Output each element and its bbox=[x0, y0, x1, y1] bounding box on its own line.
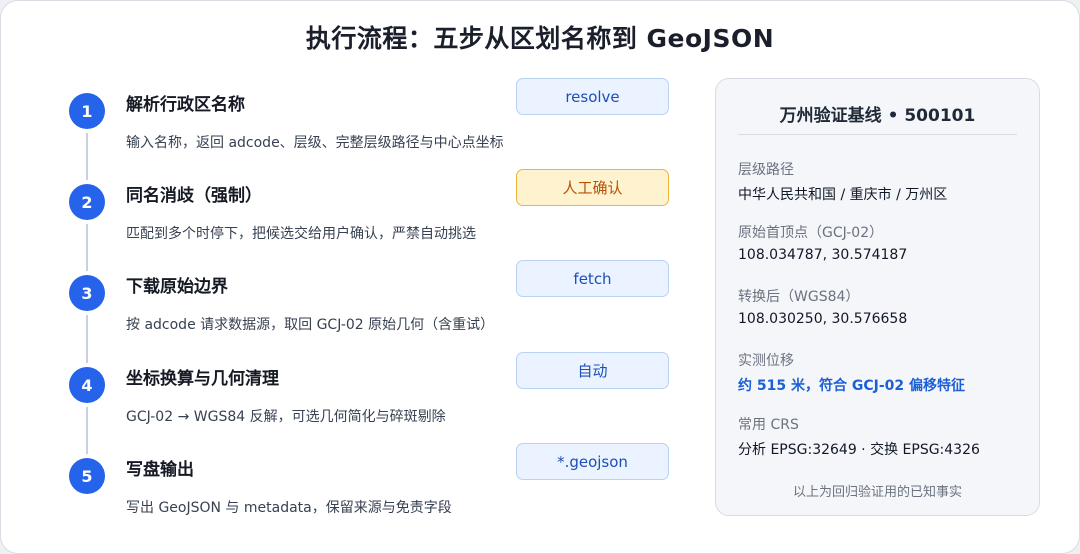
step-1: 1 解析行政区名称 resolve 输入名称，返回 adcode、层级、完整层级… bbox=[69, 78, 679, 165]
step-tag-resolve: resolve bbox=[516, 78, 669, 115]
baseline-panel: 万州验证基线 • 500101 层级路径 中华人民共和国 / 重庆市 / 万州区… bbox=[715, 78, 1040, 516]
step-description: 输入名称，返回 adcode、层级、完整层级路径与中心点坐标 bbox=[126, 135, 504, 151]
step-title: 同名消歧（强制） bbox=[126, 186, 262, 206]
step-title: 写盘输出 bbox=[126, 460, 194, 480]
step-number-badge: 1 bbox=[69, 93, 105, 129]
step-title: 下载原始边界 bbox=[126, 277, 228, 297]
offset-value: 约 515 米，符合 GCJ-02 偏移特征 bbox=[738, 378, 965, 394]
step-3: 3 下载原始边界 fetch 按 adcode 请求数据源，取回 GCJ-02 … bbox=[69, 260, 679, 347]
step-title: 坐标换算与几何清理 bbox=[126, 369, 279, 389]
step-number-badge: 5 bbox=[69, 458, 105, 494]
step-number-badge: 4 bbox=[69, 367, 105, 403]
raw-vertex-value: 108.034787, 30.574187 bbox=[738, 247, 908, 263]
step-description: 按 adcode 请求数据源，取回 GCJ-02 原始几何（含重试） bbox=[126, 317, 495, 333]
panel-title: 万州验证基线 • 500101 bbox=[779, 106, 976, 126]
path-label: 层级路径 bbox=[738, 162, 794, 178]
step-tag-fetch: fetch bbox=[516, 260, 669, 297]
step-number-badge: 3 bbox=[69, 275, 105, 311]
step-description: 写出 GeoJSON 与 metadata，保留来源与免责字段 bbox=[126, 500, 452, 516]
step-tag-manual-confirm: 人工确认 bbox=[516, 169, 669, 206]
crs-value: 分析 EPSG:32649 · 交换 EPSG:4326 bbox=[738, 442, 980, 458]
raw-vertex-label: 原始首顶点（GCJ-02） bbox=[738, 225, 884, 241]
converted-label: 转换后（WGS84） bbox=[738, 289, 860, 305]
page-title: 执行流程：五步从区划名称到 GeoJSON bbox=[305, 24, 775, 53]
flow-card: 执行流程：五步从区划名称到 GeoJSON 1 解析行政区名称 resolve … bbox=[0, 0, 1080, 554]
step-5: 5 写盘输出 *.geojson 写出 GeoJSON 与 metadata，保… bbox=[69, 443, 679, 530]
panel-footnote: 以上为回归验证用的已知事实 bbox=[792, 485, 962, 500]
crs-label: 常用 CRS bbox=[738, 417, 799, 433]
step-title: 解析行政区名称 bbox=[126, 95, 245, 115]
step-number-badge: 2 bbox=[69, 184, 105, 220]
path-value: 中华人民共和国 / 重庆市 / 万州区 bbox=[738, 187, 948, 203]
step-tag-auto: 自动 bbox=[516, 352, 669, 389]
panel-divider bbox=[738, 134, 1017, 135]
converted-value: 108.030250, 30.576658 bbox=[738, 311, 908, 327]
step-description: GCJ-02 → WGS84 反解，可选几何简化与碎斑剔除 bbox=[126, 409, 446, 425]
step-2: 2 同名消歧（强制） 人工确认 匹配到多个时停下，把候选交给用户确认，严禁自动挑… bbox=[69, 169, 679, 256]
step-description: 匹配到多个时停下，把候选交给用户确认，严禁自动挑选 bbox=[126, 226, 476, 242]
offset-label: 实测位移 bbox=[738, 353, 794, 369]
step-tag-geojson: *.geojson bbox=[516, 443, 669, 480]
step-4: 4 坐标换算与几何清理 自动 GCJ-02 → WGS84 反解，可选几何简化与… bbox=[69, 352, 679, 439]
